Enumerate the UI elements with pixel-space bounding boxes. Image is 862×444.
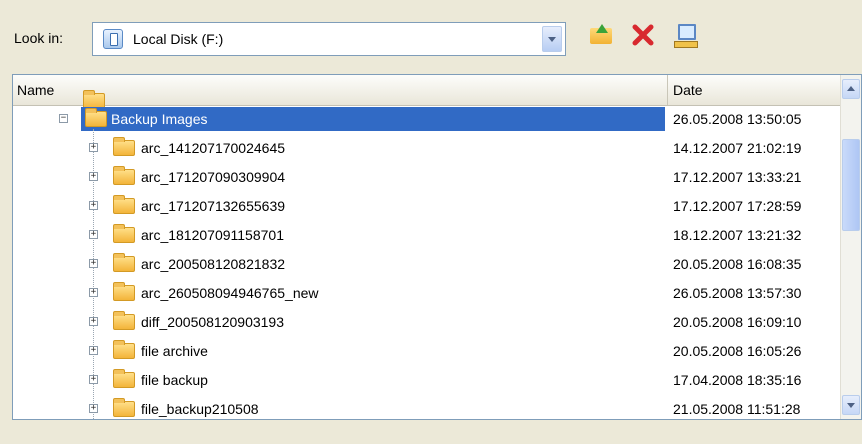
- expand-icon[interactable]: +: [89, 230, 98, 239]
- tree-item-label: Backup Images: [111, 111, 208, 127]
- tree-item[interactable]: + arc_141207170024645 14.12.2007 21:02:1…: [13, 134, 841, 163]
- tree-item-label: diff_200508120903193: [141, 314, 285, 330]
- expand-icon[interactable]: +: [89, 404, 98, 413]
- tree-item[interactable]: + arc_171207132655639 17.12.2007 17:28:5…: [13, 192, 841, 221]
- folder-icon: [113, 282, 135, 301]
- tree-item-date: 17.12.2007 17:28:59: [673, 198, 802, 214]
- tree-item-date: 20.05.2008 16:09:10: [673, 314, 802, 330]
- tree-item[interactable]: + arc_171207090309904 17.12.2007 13:33:2…: [13, 163, 841, 192]
- delete-icon[interactable]: [630, 22, 656, 48]
- folder-icon: [113, 340, 135, 359]
- folder-icon: [113, 195, 135, 214]
- folder-icon: [113, 398, 135, 417]
- expand-icon[interactable]: +: [89, 346, 98, 355]
- tree-item-date: 20.05.2008 16:08:35: [673, 256, 802, 272]
- local-disk-icon: [103, 29, 123, 49]
- tree-item-date: 18.12.2007 13:21:32: [673, 227, 802, 243]
- expand-icon[interactable]: +: [89, 375, 98, 384]
- tree-item[interactable]: + file archive 20.05.2008 16:05:26: [13, 337, 841, 366]
- folder-icon: [113, 311, 135, 330]
- expand-icon[interactable]: +: [89, 317, 98, 326]
- tree-item-date: 21.05.2008 11:51:28: [673, 401, 801, 417]
- tree-item-date: 14.12.2007 21:02:19: [673, 140, 802, 156]
- tree-item-date: 20.05.2008 16:05:26: [673, 343, 802, 359]
- tree-item-date: 17.12.2007 13:33:21: [673, 169, 802, 185]
- collapse-icon[interactable]: −: [59, 114, 68, 123]
- folder-icon: [113, 166, 135, 185]
- scroll-up-button[interactable]: [842, 79, 860, 99]
- tree-item-label: file backup: [141, 372, 208, 388]
- tree-item-date: 17.04.2008 18:35:16: [673, 372, 802, 388]
- look-in-dropdown[interactable]: Local Disk (F:): [92, 22, 566, 56]
- tree-item-date: 26.05.2008 13:57:30: [673, 285, 802, 301]
- tree-item-backup-images[interactable]: − Backup Images 26.05.2008 13:50:05: [13, 105, 841, 134]
- tree-item[interactable]: + arc_260508094946765_new 26.05.2008 13:…: [13, 279, 841, 308]
- dropdown-arrow-button[interactable]: [542, 26, 562, 52]
- folder-icon: [113, 253, 135, 272]
- scroll-thumb[interactable]: [842, 139, 860, 231]
- tree-item-label: arc_171207132655639: [141, 198, 286, 214]
- tree-item-date: 26.05.2008 13:50:05: [673, 111, 802, 127]
- tree-item[interactable]: + arc_181207091158701 18.12.2007 13:21:3…: [13, 221, 841, 250]
- file-list-view[interactable]: Name Date − Backup Images 26.05.2008 13:…: [12, 74, 862, 420]
- expand-icon[interactable]: +: [89, 143, 98, 152]
- folder-up-icon[interactable]: [588, 22, 614, 48]
- vertical-scrollbar[interactable]: [840, 75, 861, 419]
- tree-item-label: file_backup210508: [141, 401, 259, 417]
- expand-icon[interactable]: +: [89, 201, 98, 210]
- tree-item-label: arc_260508094946765_new: [141, 285, 319, 301]
- expand-icon[interactable]: +: [89, 288, 98, 297]
- folder-icon: [113, 137, 135, 156]
- tree-item[interactable]: + file_backup210508 21.05.2008 11:51:28: [13, 395, 841, 419]
- expand-icon[interactable]: +: [89, 259, 98, 268]
- network-drive-icon[interactable]: [672, 22, 698, 48]
- folder-icon: [113, 369, 135, 388]
- tree-item[interactable]: + diff_200508120903193 20.05.2008 16:09:…: [13, 308, 841, 337]
- tree-item[interactable]: + arc_200508120821832 20.05.2008 16:08:3…: [13, 250, 841, 279]
- tree-item-label: arc_200508120821832: [141, 256, 286, 272]
- tree-item[interactable]: + file backup 17.04.2008 18:35:16: [13, 366, 841, 395]
- expand-icon[interactable]: +: [89, 172, 98, 181]
- toolbar: Look in: Local Disk (F:): [0, 0, 862, 72]
- folder-icon: [85, 108, 107, 127]
- tree-item-label: arc_171207090309904: [141, 169, 286, 185]
- tree-item-label: file archive: [141, 343, 208, 359]
- look-in-label: Look in:: [14, 30, 64, 46]
- look-in-value: Local Disk (F:): [133, 31, 224, 47]
- folder-icon: [113, 224, 135, 243]
- scroll-down-button[interactable]: [842, 395, 860, 415]
- tree-item-label: arc_181207091158701: [141, 227, 284, 243]
- tree-item-label: arc_141207170024645: [141, 140, 286, 156]
